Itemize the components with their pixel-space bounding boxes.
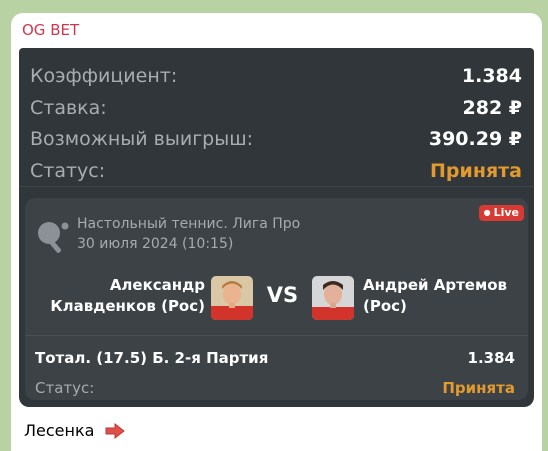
caption-text: Лесенка bbox=[24, 421, 95, 440]
right-arrow-icon bbox=[105, 423, 125, 439]
stake-label: Ставка: bbox=[30, 97, 107, 119]
league-name: Настольный теннис. Лига Про bbox=[77, 216, 301, 232]
status-label: Статус: bbox=[30, 160, 106, 182]
status-row: Статус: Принята bbox=[19, 160, 534, 188]
vs-label: VS bbox=[266, 283, 299, 307]
message-caption: Лесенка bbox=[24, 421, 125, 440]
event-datetime: 30 июля 2024 (10:15) bbox=[77, 236, 234, 252]
live-dot-icon: ● bbox=[483, 208, 491, 217]
channel-name[interactable]: OG BET bbox=[22, 21, 79, 39]
event-card[interactable]: Настольный теннис. Лига Про 30 июля 2024… bbox=[25, 198, 528, 400]
live-badge: ● Live bbox=[478, 205, 524, 221]
payout-label: Возможный выигрыш: bbox=[30, 128, 254, 150]
event-status-value: Принята bbox=[442, 379, 515, 397]
payout-value: 390.29 ₽ bbox=[428, 128, 522, 150]
bet-card[interactable]: Коэффициент: 1.384 Ставка: 282 ₽ Возможн… bbox=[19, 48, 534, 407]
odds-row: Коэффициент: 1.384 bbox=[19, 65, 534, 93]
stake-value: 282 ₽ bbox=[462, 97, 523, 119]
player1-avatar bbox=[211, 276, 253, 320]
odds-label: Коэффициент: bbox=[30, 65, 178, 87]
player1-name: Александр Клавденков (Рос) bbox=[50, 276, 205, 315]
bet-summary: Коэффициент: 1.384 Ставка: 282 ₽ Возможн… bbox=[19, 48, 534, 188]
live-label: Live bbox=[493, 206, 519, 219]
player2-avatar bbox=[312, 276, 354, 320]
bet-odds: 1.384 bbox=[467, 349, 515, 367]
bet-market: Тотал. (17.5) Б. 2-я Партия bbox=[35, 349, 269, 367]
table-tennis-icon bbox=[38, 222, 69, 253]
status-value: Принята bbox=[430, 160, 522, 182]
stake-row: Ставка: 282 ₽ bbox=[19, 97, 534, 125]
player2-name: Андрей Артемов (Рос) bbox=[363, 276, 508, 315]
event-status-label: Статус: bbox=[35, 379, 95, 397]
message-bubble: OG BET Коэффициент: 1.384 Ставка: 282 ₽ … bbox=[11, 13, 542, 451]
divider bbox=[19, 186, 534, 187]
payout-row: Возможный выигрыш: 390.29 ₽ bbox=[19, 128, 534, 156]
divider bbox=[25, 335, 528, 336]
odds-value: 1.384 bbox=[461, 65, 522, 87]
